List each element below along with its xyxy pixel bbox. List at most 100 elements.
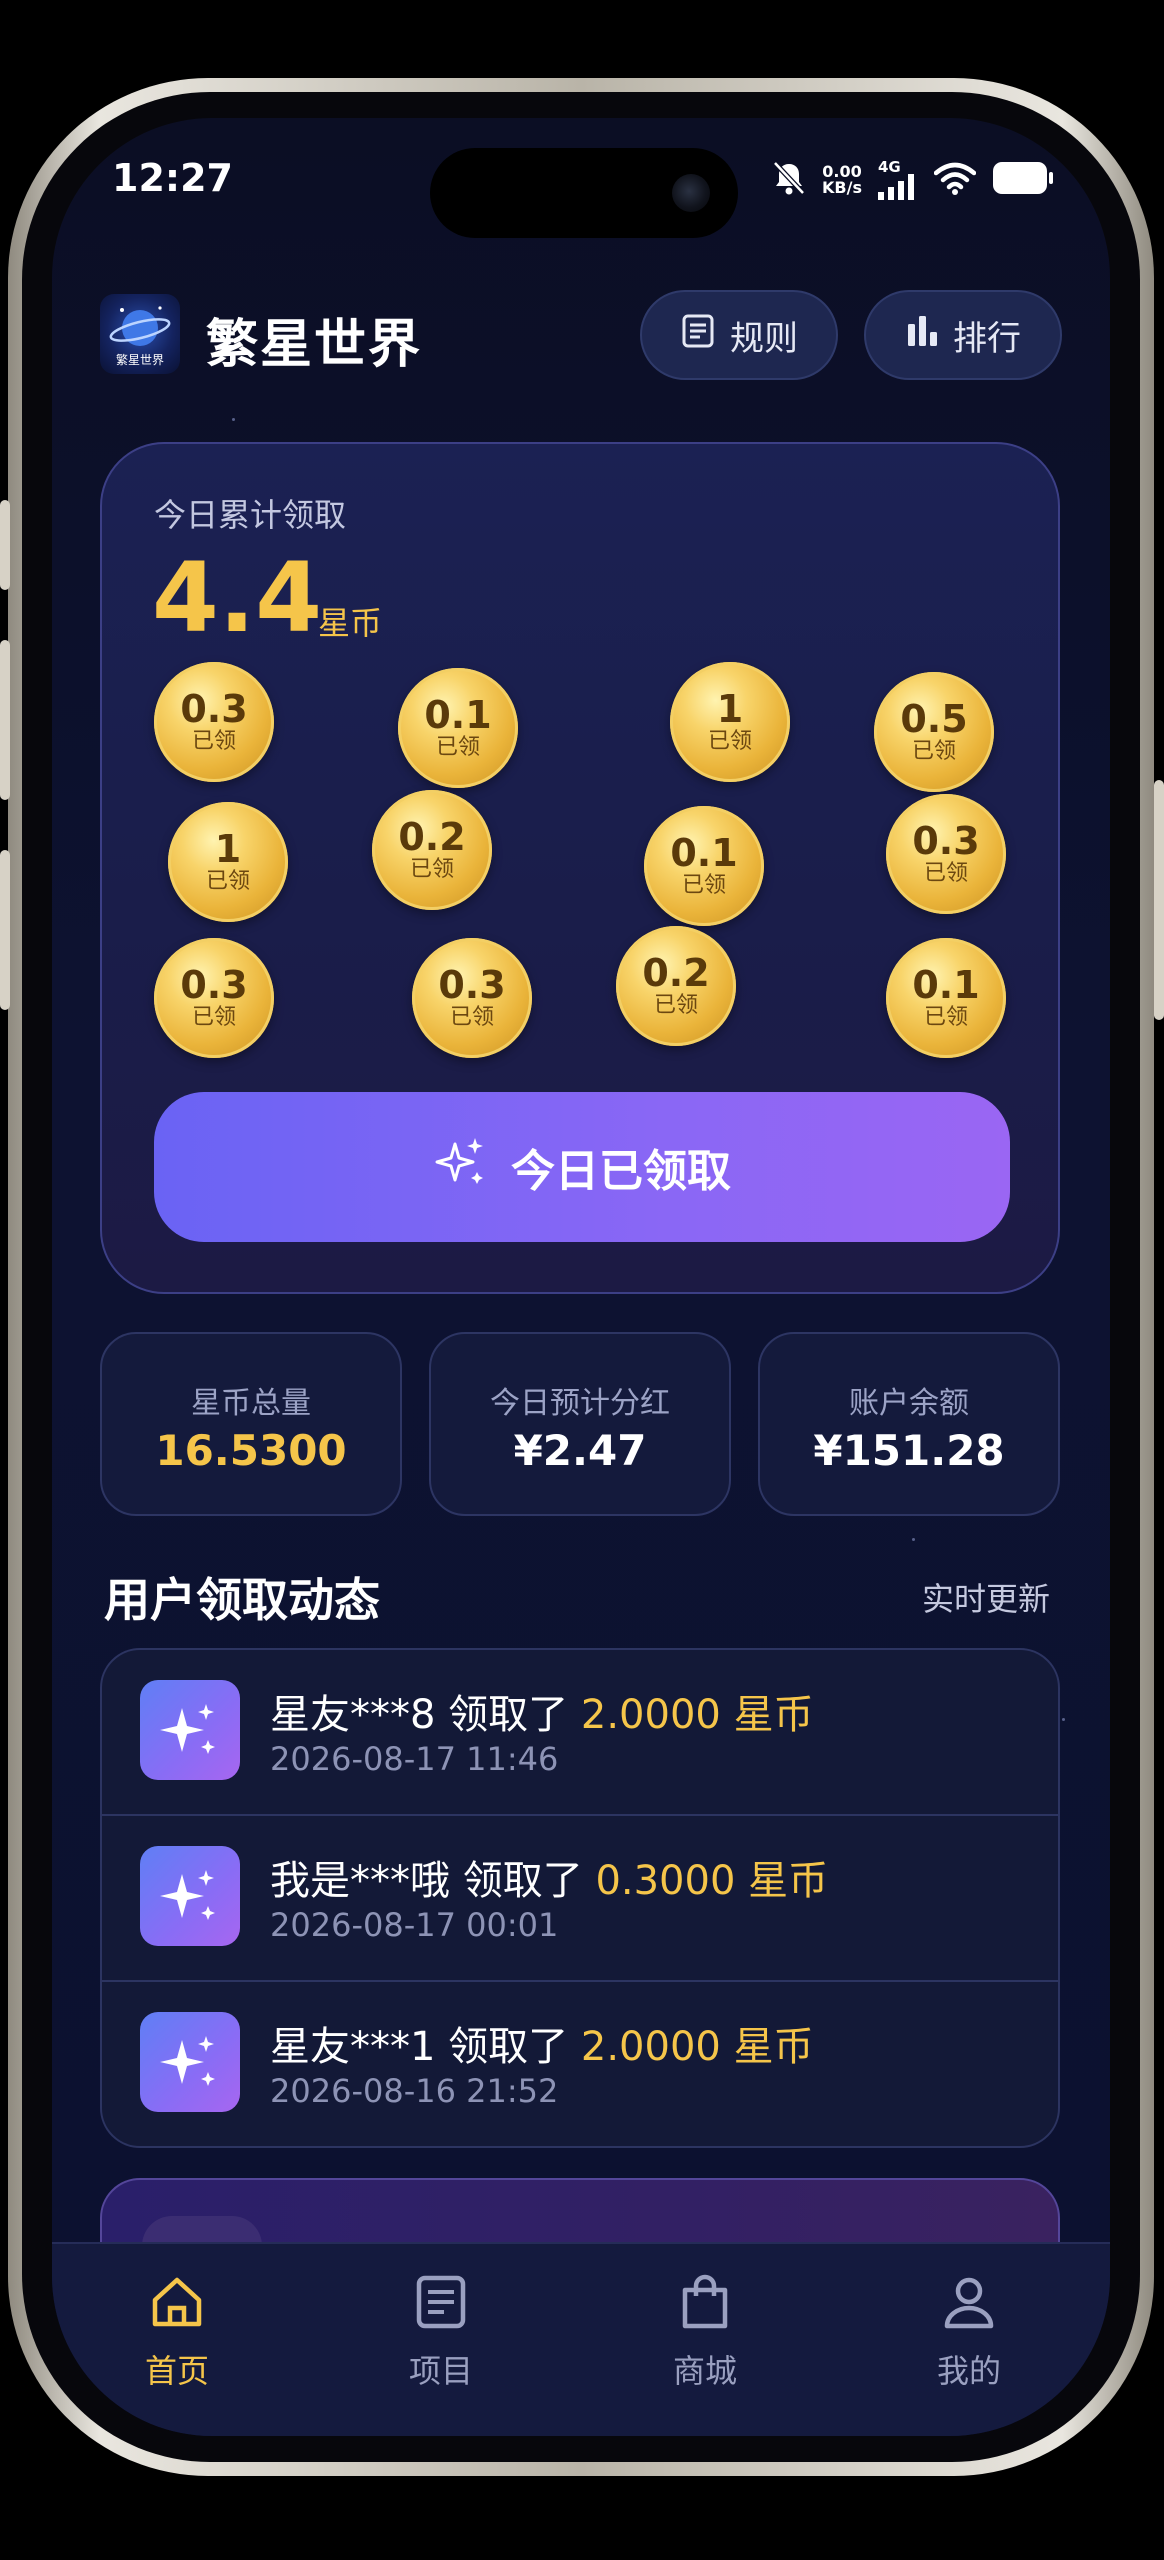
tab-home[interactable]: 首页 <box>87 2274 267 2392</box>
coin-status: 已领 <box>449 1005 494 1030</box>
status-icons: 0.00 KB/s 4G <box>772 158 1054 202</box>
coin-value: 0.3 <box>438 963 506 1007</box>
coin-status: 已领 <box>681 873 726 898</box>
coin-status: 已领 <box>205 869 250 894</box>
coin[interactable]: 0.3 已领 <box>154 662 274 782</box>
today-unit: 星币 <box>318 604 383 642</box>
list-item: 星友***8 领取了 2.0000 星币 2026-08-17 11:46 <box>102 1650 1058 1816</box>
cellular: 4G <box>877 158 918 200</box>
feed-amount: 0.3000 星币 <box>595 1858 829 1904</box>
rules-button[interactable]: 规则 <box>640 290 838 380</box>
side-button <box>0 500 10 590</box>
coin-status: 已领 <box>923 861 968 886</box>
stat-value: ¥2.47 <box>513 1426 647 1475</box>
stat-card-dividend: 今日预计分红 ¥2.47 <box>429 1332 731 1516</box>
side-button <box>1154 780 1164 1020</box>
tab-label: 我的 <box>936 2352 1001 2390</box>
feed-action: 领取了 <box>462 1858 583 1904</box>
tab-label: 商城 <box>672 2352 737 2390</box>
feed-user: 星友***1 <box>270 2024 436 2070</box>
rules-label: 规则 <box>730 318 798 359</box>
feed-title: 用户领取动态 <box>104 1573 380 1627</box>
coin[interactable]: 0.3 已领 <box>412 938 532 1058</box>
ranking-button[interactable]: 排行 <box>864 290 1062 380</box>
feed-time: 2026-08-16 21:52 <box>270 2072 559 2110</box>
coin-value: 0.3 <box>180 963 248 1007</box>
stat-card-total-coins: 星币总量 16.5300 <box>100 1332 402 1516</box>
logo-text: 繁星世界 <box>115 353 164 367</box>
coin-status: 已领 <box>707 729 752 754</box>
user-icon <box>939 2277 999 2334</box>
coin[interactable]: 1 已领 <box>168 802 288 922</box>
coin-status: 已领 <box>435 735 480 760</box>
tab-label: 项目 <box>408 2352 473 2390</box>
tab-profile[interactable]: 我的 <box>879 2274 1059 2392</box>
coin-status: 已领 <box>191 1005 236 1030</box>
claim-button-label: 今日已领取 <box>511 1146 731 1197</box>
coin[interactable]: 0.2 已领 <box>616 926 736 1046</box>
stat-value: 16.5300 <box>155 1426 347 1475</box>
tab-label: 首页 <box>144 2352 209 2390</box>
coin-status: 已领 <box>653 993 698 1018</box>
coin-value: 0.3 <box>912 819 980 863</box>
side-button <box>0 850 10 1010</box>
net-speed: 0.00 KB/s <box>822 164 862 196</box>
coin[interactable]: 0.1 已领 <box>886 938 1006 1058</box>
stat-value: ¥151.28 <box>813 1426 1005 1475</box>
feed-time: 2026-08-17 11:46 <box>270 1740 559 1778</box>
coin-value: 0.1 <box>424 693 492 737</box>
feed-text: 星友***8 领取了 2.0000 星币 <box>270 1682 814 1740</box>
app-logo: 繁星世界 <box>100 294 180 374</box>
coin[interactable]: 0.1 已领 <box>398 668 518 788</box>
bell-muted-icon <box>772 160 806 200</box>
battery-icon <box>992 161 1054 199</box>
coin-value: 0.5 <box>900 697 968 741</box>
shopping-bag-icon <box>675 2274 735 2334</box>
coin-value: 0.3 <box>180 687 248 731</box>
feed-text: 我是***哦 领取了 0.3000 星币 <box>270 1848 828 1906</box>
document-icon <box>411 2275 471 2334</box>
feed-amount: 2.0000 星币 <box>580 1692 814 1738</box>
coin[interactable]: 0.2 已领 <box>372 790 492 910</box>
claim-button[interactable]: 今日已领取 <box>154 1092 1010 1242</box>
stat-label: 账户余额 <box>849 1386 969 1421</box>
coin-status: 已领 <box>191 729 236 754</box>
coin-status: 已领 <box>923 1005 968 1030</box>
coin[interactable]: 0.3 已领 <box>886 794 1006 914</box>
list-item: 星友***1 领取了 2.0000 星币 2026-08-16 21:52 <box>102 1982 1058 2146</box>
feed-action: 领取了 <box>448 1692 569 1738</box>
feed-list: 星友***8 领取了 2.0000 星币 2026-08-17 11:46 我是… <box>100 1648 1060 2148</box>
feed-user: 星友***8 <box>270 1692 436 1738</box>
bar-chart-icon <box>905 314 939 357</box>
signal-icon <box>877 174 914 200</box>
stat-label: 今日预计分红 <box>490 1386 670 1421</box>
coin[interactable]: 0.1 已领 <box>644 806 764 926</box>
stat-label: 星币总量 <box>191 1386 311 1421</box>
feed-amount: 2.0000 星币 <box>580 2024 814 2070</box>
today-amount: 4.4 <box>152 542 323 654</box>
coin-value: 0.1 <box>912 963 980 1007</box>
coin[interactable]: 0.5 已领 <box>874 672 994 792</box>
stat-card-balance: 账户余额 ¥151.28 <box>758 1332 1060 1516</box>
coin[interactable]: 0.3 已领 <box>154 938 274 1058</box>
coin-value: 0.2 <box>398 815 466 859</box>
ranking-label: 排行 <box>953 318 1021 359</box>
status-time: 12:27 <box>112 156 233 200</box>
feed-realtime-label: 实时更新 <box>922 1580 1051 1618</box>
tab-projects[interactable]: 项目 <box>351 2274 531 2392</box>
home-icon <box>147 2277 207 2334</box>
net-speed-unit: KB/s <box>822 178 862 197</box>
document-icon <box>680 313 716 358</box>
today-label: 今日累计领取 <box>154 496 347 534</box>
network-type: 4G <box>877 158 901 176</box>
side-button <box>0 640 10 800</box>
sparkle-icon <box>140 2012 240 2112</box>
sparkle-icon <box>433 1134 489 1201</box>
tab-mall[interactable]: 商城 <box>615 2274 795 2392</box>
feed-text: 星友***1 领取了 2.0000 星币 <box>270 2014 814 2072</box>
coin[interactable]: 1 已领 <box>670 662 790 782</box>
feed-time: 2026-08-17 00:01 <box>270 1906 559 1944</box>
app-screen: 12:27 0.00 KB/s 4G 繁星世界 繁星世界 规则 排行 今日累计领… <box>52 118 1110 2436</box>
sparkle-icon <box>140 1680 240 1780</box>
coin-status: 已领 <box>911 739 956 764</box>
